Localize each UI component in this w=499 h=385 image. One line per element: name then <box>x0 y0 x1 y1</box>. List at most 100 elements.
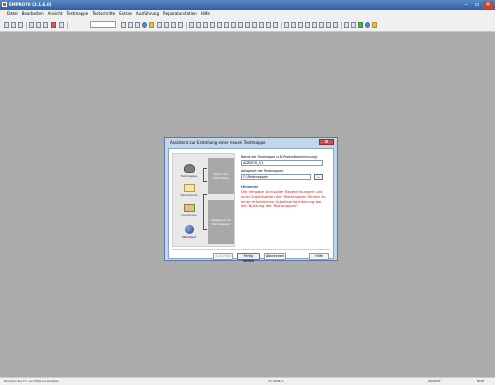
save-icon[interactable] <box>18 22 23 28</box>
status-num: NUM <box>477 379 485 383</box>
paste-icon[interactable] <box>43 22 48 28</box>
network-icon[interactable] <box>365 22 370 28</box>
config-icon[interactable] <box>358 22 363 28</box>
menu-ausfuehrung[interactable]: Ausführung <box>136 10 159 18</box>
merge-icon[interactable] <box>305 22 310 28</box>
close-window-button[interactable]: ✕ <box>483 1 493 9</box>
folder-icon[interactable] <box>372 22 377 28</box>
step-group-location: Ablageort der Testmappen <box>208 200 234 244</box>
copy-icon[interactable] <box>36 22 41 28</box>
name-input[interactable]: ADM070_V1 <box>241 160 323 166</box>
light-icon[interactable] <box>149 22 154 28</box>
cube-icon <box>183 204 195 212</box>
path-input[interactable]: C:\Testmappen <box>241 174 311 180</box>
hint-text: Die Vergabe sinnvoller Bezeichnungen und… <box>241 189 326 209</box>
back-button[interactable]: < Zurück <box>213 253 233 260</box>
menu-testmappe[interactable]: Testmappe <box>66 10 88 18</box>
window-controls: – ▫ ✕ <box>461 1 493 9</box>
split-icon[interactable] <box>298 22 303 28</box>
view-icon[interactable] <box>312 22 317 28</box>
browse-button[interactable]: ... <box>314 174 323 180</box>
run-icon[interactable] <box>142 22 147 28</box>
maximize-button[interactable]: ▫ <box>472 1 482 9</box>
toolbar-separator <box>341 22 342 29</box>
list-icon[interactable] <box>203 22 208 28</box>
menu-hilfe[interactable]: Hilfe <box>201 10 210 18</box>
name-label: Name der Testmappe (z.B.Produktbezeichnu… <box>241 155 319 159</box>
menu-datei[interactable]: Datei <box>7 10 18 18</box>
grid-icon[interactable] <box>189 22 194 28</box>
table-icon[interactable] <box>196 22 201 28</box>
wizard-step-nachlauf: Nachlauf <box>177 225 201 239</box>
nav-prev-icon[interactable] <box>164 22 169 28</box>
calc-icon[interactable] <box>351 22 356 28</box>
status-version: V1 0006.1 <box>268 379 284 383</box>
toolbar-separator <box>26 22 27 29</box>
step-icon[interactable] <box>128 22 133 28</box>
status-user: ADMATE <box>428 379 441 383</box>
step-group-name: Name der Testmappe <box>208 158 234 194</box>
settings-icon[interactable] <box>217 22 222 28</box>
measure-icon[interactable] <box>259 22 264 28</box>
chart-icon[interactable] <box>210 22 215 28</box>
wizard-step-testmappe: Testmappe <box>177 164 201 178</box>
menu-testschritte[interactable]: Testschritte <box>92 10 115 18</box>
cancel-button[interactable]: Abbrechen <box>264 253 286 260</box>
nav-last-icon[interactable] <box>178 22 183 28</box>
properties-icon[interactable] <box>333 22 338 28</box>
app-icon <box>2 2 7 7</box>
dialog-close-button[interactable]: x <box>319 139 334 145</box>
gear-icon <box>183 164 195 173</box>
menu-ansicht[interactable]: Ansicht <box>48 10 63 18</box>
step-label: Nachlauf <box>182 235 196 239</box>
window-icon[interactable] <box>284 22 289 28</box>
path-label: Ablageort der Testmappen: <box>241 169 285 173</box>
report-icon[interactable] <box>344 22 349 28</box>
dialog-body: Name der Testmappe Ablageort der Testmap… <box>168 148 334 263</box>
folder-icon <box>183 184 195 192</box>
new-testmappe-dialog: Assistent zur Erstellung einer neuen Tes… <box>164 137 338 263</box>
edit-icon[interactable] <box>266 22 271 28</box>
step-label: Lauchvers <box>181 213 197 217</box>
menu-bar: Datei Bearbeiten Ansicht Testmappe Tests… <box>0 10 495 18</box>
finish-button[interactable]: Fertig stellen <box>237 253 260 263</box>
new-file-icon[interactable] <box>4 22 9 28</box>
toolbar-separator <box>67 22 68 29</box>
sort-icon[interactable] <box>245 22 250 28</box>
import-icon[interactable] <box>238 22 243 28</box>
wizard-steps-panel: Name der Testmappe Ablageort der Testmap… <box>172 153 235 247</box>
title-bar: EMPRO70 (2.1.6.0) – ▫ ✕ <box>0 0 495 10</box>
help-button[interactable]: Hilfe <box>309 253 329 260</box>
search-icon[interactable] <box>252 22 257 28</box>
globe-icon <box>184 225 194 234</box>
print-icon[interactable] <box>59 22 64 28</box>
stop-icon[interactable] <box>51 22 56 28</box>
menu-bearbeiten[interactable]: Bearbeiten <box>22 10 44 18</box>
status-bar: Drücken Sie F1, um Hilfe zu erhalten V1 … <box>0 377 495 385</box>
status-hint: Drücken Sie F1, um Hilfe zu erhalten <box>4 379 60 383</box>
toolbar-dropdown[interactable] <box>90 21 116 28</box>
group-bracket <box>203 194 207 230</box>
check-icon[interactable] <box>273 22 278 28</box>
toolbar <box>0 18 495 32</box>
window-title: EMPRO70 (2.1.6.0) <box>9 2 52 7</box>
info-icon[interactable] <box>326 22 331 28</box>
arrow-icon[interactable] <box>121 22 126 28</box>
wizard-step-lauchvers: Lauchvers <box>177 204 201 217</box>
toolbar-separator <box>186 22 187 29</box>
dialog-title: Assistent zur Erstellung einer neuen Tes… <box>170 140 266 145</box>
cut-icon[interactable] <box>29 22 34 28</box>
export-icon[interactable] <box>231 22 236 28</box>
dialog-divider <box>172 249 330 250</box>
step-label: Testmappe <box>180 174 198 178</box>
menu-reparaturstation[interactable]: Reparaturstation <box>163 10 197 18</box>
nav-first-icon[interactable] <box>157 22 162 28</box>
layout-icon[interactable] <box>291 22 296 28</box>
refresh-icon[interactable] <box>319 22 324 28</box>
minimize-button[interactable]: – <box>461 1 471 9</box>
zoom-icon[interactable] <box>135 22 140 28</box>
filter-icon[interactable] <box>224 22 229 28</box>
nav-next-icon[interactable] <box>171 22 176 28</box>
menu-extras[interactable]: Extras <box>119 10 132 18</box>
open-file-icon[interactable] <box>11 22 16 28</box>
